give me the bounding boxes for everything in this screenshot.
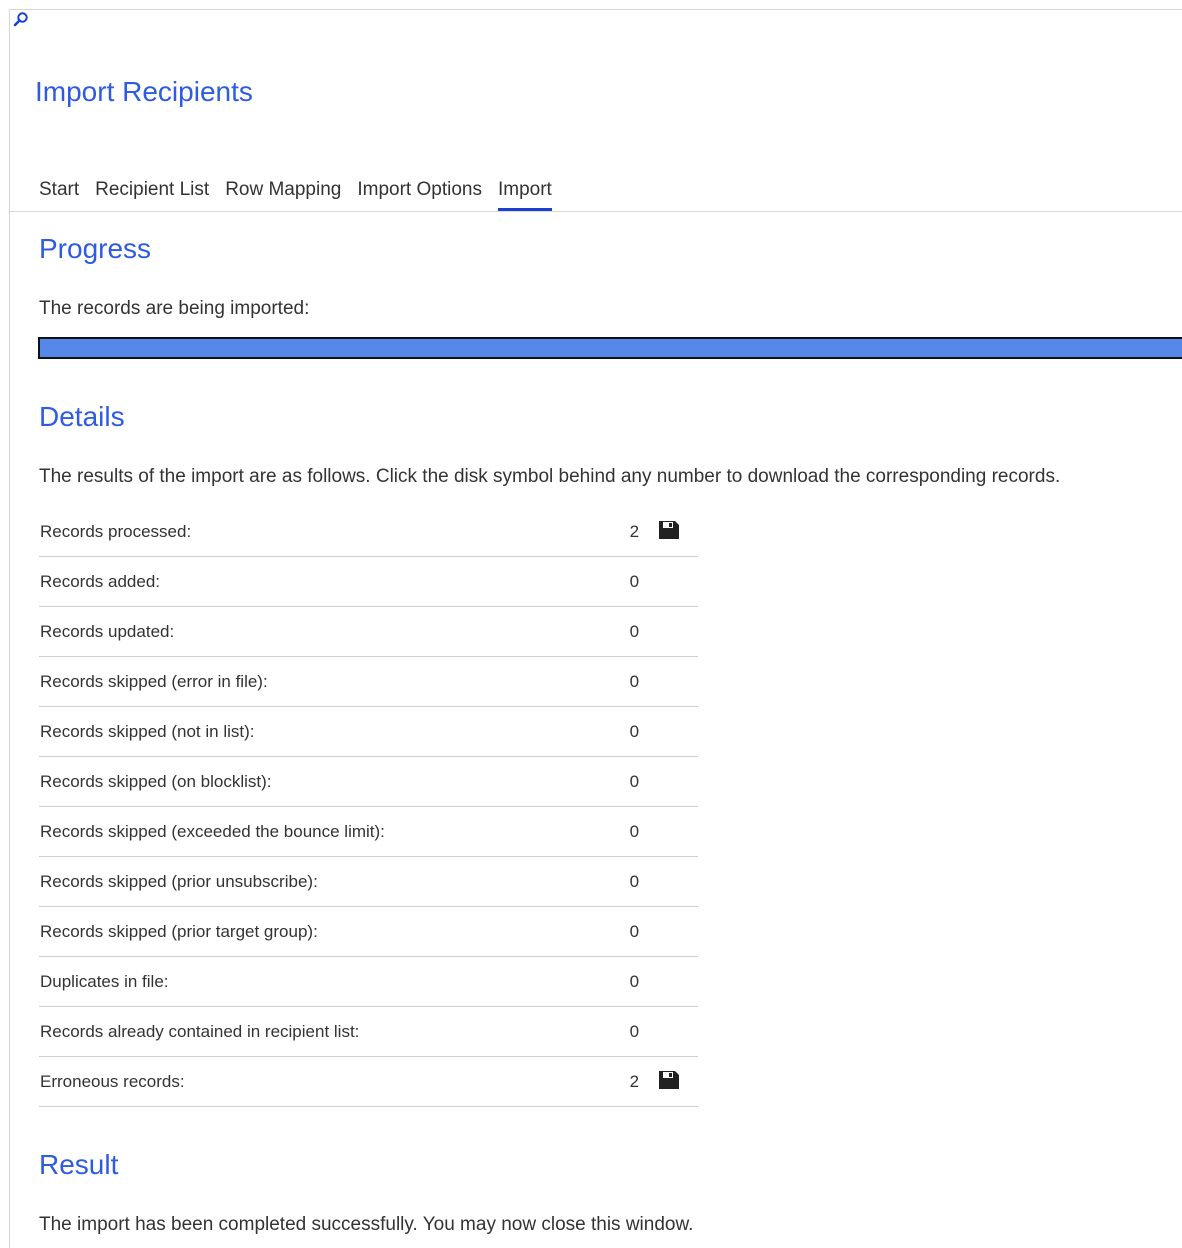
row-label: Records updated: bbox=[39, 606, 600, 657]
details-text: The results of the import are as follows… bbox=[39, 466, 1061, 487]
details-heading: Details bbox=[39, 401, 125, 432]
row-download-cell bbox=[639, 656, 698, 707]
row-count: 0 bbox=[599, 956, 640, 1007]
progress-bar bbox=[38, 337, 1182, 359]
table-row: Records skipped (not in list): 0 bbox=[39, 706, 698, 757]
row-label: Records skipped (exceeded the bounce lim… bbox=[39, 806, 600, 857]
row-count: 2 bbox=[599, 507, 640, 557]
disk-icon[interactable] bbox=[658, 1070, 680, 1090]
row-count: 0 bbox=[599, 1006, 640, 1057]
wizard-tabs: Start Recipient List Row Mapping Import … bbox=[39, 179, 552, 212]
table-row: Records already contained in recipient l… bbox=[39, 1006, 698, 1057]
disk-icon[interactable] bbox=[658, 520, 680, 540]
search-icon[interactable] bbox=[12, 11, 30, 29]
row-download-cell bbox=[639, 556, 698, 607]
row-label: Records skipped (prior unsubscribe): bbox=[39, 856, 600, 907]
row-count: 0 bbox=[599, 606, 640, 657]
table-row: Records skipped (prior unsubscribe): 0 bbox=[39, 856, 698, 907]
row-count: 0 bbox=[599, 806, 640, 857]
row-download-cell bbox=[639, 1056, 698, 1107]
row-count: 0 bbox=[599, 556, 640, 607]
table-row: Records updated: 0 bbox=[39, 606, 698, 657]
table-row: Records processed: 2 bbox=[39, 507, 698, 557]
page-title: Import Recipients bbox=[35, 76, 253, 107]
row-count: 0 bbox=[599, 706, 640, 757]
table-row: Records skipped (on blocklist): 0 bbox=[39, 756, 698, 807]
table-row: Records added: 0 bbox=[39, 556, 698, 607]
progress-fill bbox=[40, 339, 1182, 357]
progress-text: The records are being imported: bbox=[39, 298, 310, 319]
row-count: 0 bbox=[599, 856, 640, 907]
table-row: Duplicates in file: 0 bbox=[39, 956, 698, 1007]
tab-divider bbox=[10, 211, 1182, 212]
result-heading: Result bbox=[39, 1149, 119, 1180]
row-label: Records skipped (not in list): bbox=[39, 706, 600, 757]
row-label: Records skipped (on blocklist): bbox=[39, 756, 600, 807]
row-download-cell bbox=[639, 507, 698, 557]
table-row: Erroneous records: 2 bbox=[39, 1056, 698, 1107]
row-download-cell bbox=[639, 956, 698, 1007]
row-download-cell bbox=[639, 1006, 698, 1057]
table-row: Records skipped (prior target group): 0 bbox=[39, 906, 698, 957]
tab-import[interactable]: Import bbox=[497, 179, 552, 212]
tab-start[interactable]: Start bbox=[39, 179, 79, 207]
row-count: 0 bbox=[599, 656, 640, 707]
table-row: Records skipped (error in file): 0 bbox=[39, 656, 698, 707]
row-label: Records skipped (error in file): bbox=[39, 656, 600, 707]
result-text: The import has been completed successful… bbox=[39, 1214, 694, 1235]
row-label: Records added: bbox=[39, 556, 600, 607]
tab-row-mapping[interactable]: Row Mapping bbox=[225, 179, 341, 207]
row-download-cell bbox=[639, 756, 698, 807]
details-table: Records processed: 2 Records added: 0 Record… bbox=[39, 507, 698, 1107]
row-count: 2 bbox=[599, 1056, 640, 1107]
row-download-cell bbox=[639, 906, 698, 957]
progress-heading: Progress bbox=[39, 233, 152, 264]
row-download-cell bbox=[639, 706, 698, 757]
row-download-cell bbox=[639, 606, 698, 657]
row-label: Duplicates in file: bbox=[39, 956, 600, 1007]
row-label: Records skipped (prior target group): bbox=[39, 906, 600, 957]
tab-import-options[interactable]: Import Options bbox=[357, 179, 482, 207]
row-download-cell bbox=[639, 806, 698, 857]
tab-recipient-list[interactable]: Recipient List bbox=[95, 179, 209, 207]
row-label: Erroneous records: bbox=[39, 1056, 600, 1107]
row-label: Records already contained in recipient l… bbox=[39, 1006, 600, 1057]
row-label: Records processed: bbox=[39, 507, 600, 557]
table-row: Records skipped (exceeded the bounce lim… bbox=[39, 806, 698, 857]
row-count: 0 bbox=[599, 756, 640, 807]
row-count: 0 bbox=[599, 906, 640, 957]
row-download-cell bbox=[639, 856, 698, 907]
